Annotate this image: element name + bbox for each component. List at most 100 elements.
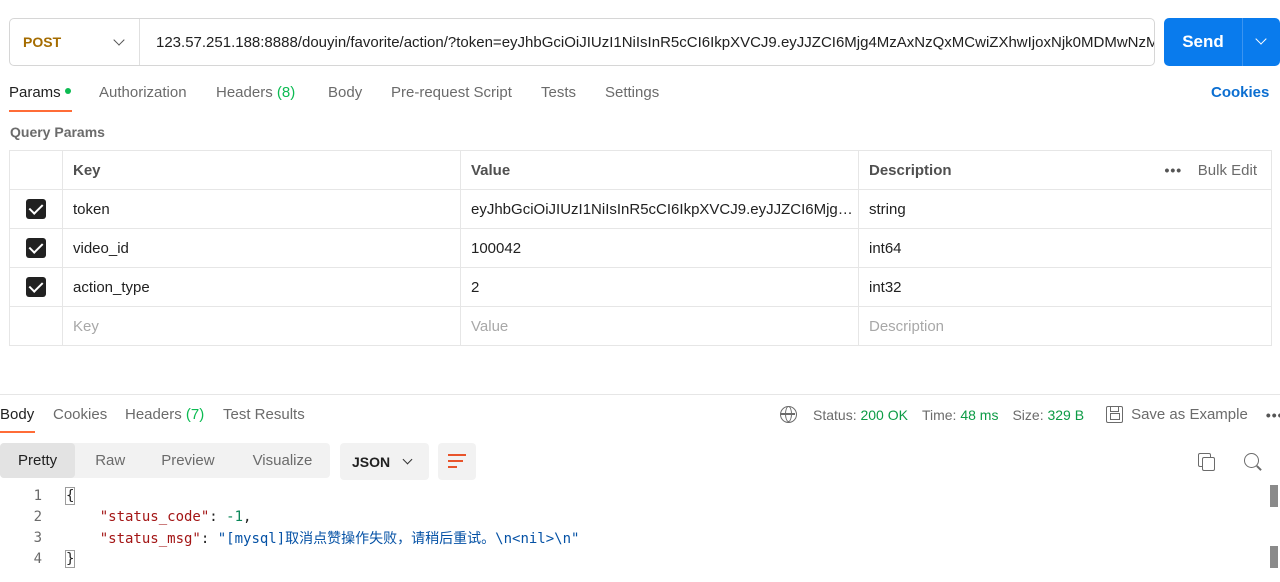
row-check-cell bbox=[9, 267, 63, 307]
url-input[interactable]: 123.57.251.188:8888/douyin/favorite/acti… bbox=[140, 34, 1154, 51]
view-pretty[interactable]: Pretty bbox=[0, 443, 76, 478]
row-check-cell bbox=[9, 306, 63, 346]
table-row: token eyJhbGciOiJIUzI1NiIsInR5cCI6IkpXVC… bbox=[9, 189, 1272, 229]
more-options-icon[interactable]: ••• bbox=[1165, 162, 1183, 178]
response-tab-headers[interactable]: Headers (7) bbox=[125, 406, 204, 423]
view-preview[interactable]: Preview bbox=[143, 443, 234, 478]
active-tab-indicator bbox=[9, 110, 72, 112]
tab-tests[interactable]: Tests bbox=[541, 84, 576, 112]
code-line: 1 { bbox=[0, 485, 1270, 506]
scrollbar-thumb[interactable] bbox=[1270, 546, 1278, 568]
copy-icon[interactable] bbox=[1198, 453, 1215, 471]
checkbox[interactable] bbox=[26, 277, 46, 297]
tab-prerequest-script[interactable]: Pre-request Script bbox=[391, 84, 512, 112]
param-description[interactable]: int32 bbox=[858, 267, 1272, 307]
wrap-lines-button[interactable] bbox=[438, 443, 476, 480]
method-label: POST bbox=[23, 34, 62, 50]
active-tab-indicator bbox=[0, 431, 35, 433]
format-select[interactable]: JSON bbox=[340, 443, 429, 480]
send-options-button[interactable] bbox=[1242, 18, 1280, 66]
code-line: 2 "status_code": -1, bbox=[0, 506, 1270, 527]
response-tab-headers-count: (7) bbox=[185, 406, 205, 423]
save-icon bbox=[1106, 406, 1124, 423]
tab-settings[interactable]: Settings bbox=[605, 84, 659, 112]
tab-authorization[interactable]: Authorization bbox=[99, 84, 187, 112]
table-row-new: Key Value Description bbox=[9, 306, 1272, 346]
param-value[interactable]: 2 bbox=[460, 267, 859, 307]
code-line: 4 } bbox=[0, 548, 1270, 569]
param-key[interactable]: action_type bbox=[62, 267, 461, 307]
header-actions: ••• Bulk Edit bbox=[1154, 150, 1272, 190]
line-number: 4 bbox=[33, 550, 42, 567]
wrap-lines-icon-line bbox=[448, 466, 457, 468]
send-button-group: Send bbox=[1164, 18, 1280, 66]
globe-icon[interactable] bbox=[780, 406, 797, 423]
response-view-selector: Pretty Raw Preview Visualize bbox=[0, 443, 330, 478]
param-value[interactable]: eyJhbGciOiJIUzI1NiIsInR5cCI6IkpXVCJ9.eyJ… bbox=[460, 189, 859, 229]
tab-headers[interactable]: Headers (8) bbox=[216, 84, 295, 112]
new-key-input[interactable]: Key bbox=[62, 306, 461, 346]
view-raw[interactable]: Raw bbox=[75, 443, 143, 478]
new-value-input[interactable]: Value bbox=[460, 306, 859, 346]
checkbox[interactable] bbox=[26, 199, 46, 219]
response-tab-body[interactable]: Body bbox=[0, 406, 34, 423]
json-key: "status_code" bbox=[99, 508, 210, 525]
tab-headers-count: (8) bbox=[276, 84, 296, 101]
table-row: video_id 100042 int64 bbox=[9, 228, 1272, 268]
active-dot-icon bbox=[64, 88, 71, 95]
method-select[interactable]: POST bbox=[10, 19, 140, 65]
table-header-row: Key Value Description ••• Bulk Edit bbox=[9, 150, 1272, 190]
code-content: "status_code": -1, bbox=[99, 508, 252, 525]
send-button[interactable]: Send bbox=[1164, 18, 1242, 66]
header-description: Description bbox=[858, 150, 1155, 190]
param-value[interactable]: 100042 bbox=[460, 228, 859, 268]
line-number: 1 bbox=[33, 487, 42, 504]
view-visualize[interactable]: Visualize bbox=[235, 443, 313, 478]
row-check-cell bbox=[9, 189, 63, 229]
response-tab-headers-label: Headers bbox=[125, 406, 182, 423]
param-description[interactable]: string bbox=[858, 189, 1272, 229]
chevron-down-icon bbox=[1255, 33, 1267, 45]
time-value[interactable]: 48 ms bbox=[960, 407, 998, 423]
code-content: "status_msg": "[mysql]取消点赞操作失败，请稍后重试。\n<… bbox=[99, 530, 580, 547]
json-key: "status_msg" bbox=[99, 530, 201, 547]
cookies-link[interactable]: Cookies bbox=[1211, 84, 1269, 101]
tab-params[interactable]: Params bbox=[9, 84, 71, 112]
query-params-title: Query Params bbox=[10, 124, 105, 140]
response-tab-cookies[interactable]: Cookies bbox=[53, 406, 107, 423]
param-description[interactable]: int64 bbox=[858, 228, 1272, 268]
tab-params-label: Params bbox=[9, 84, 61, 101]
new-description-input[interactable]: Description bbox=[858, 306, 1272, 346]
size-label: Size: bbox=[1012, 406, 1044, 423]
save-as-example-button[interactable]: Save as Example bbox=[1131, 406, 1248, 423]
brace-open: { bbox=[64, 486, 76, 505]
param-key[interactable]: video_id bbox=[62, 228, 461, 268]
checkbox[interactable] bbox=[26, 238, 46, 258]
wrap-lines-icon-line bbox=[448, 460, 463, 462]
line-number: 3 bbox=[33, 529, 42, 546]
json-value: "[mysql]取消点赞操作失败，请稍后重试。\n<nil>\n" bbox=[217, 530, 580, 547]
brace-close: } bbox=[64, 549, 76, 568]
pane-divider[interactable] bbox=[0, 394, 1280, 395]
status-value[interactable]: 200 OK bbox=[860, 407, 907, 423]
query-params-table: Key Value Description ••• Bulk Edit toke… bbox=[9, 150, 1272, 346]
header-key: Key bbox=[62, 150, 461, 190]
search-icon[interactable] bbox=[1244, 453, 1262, 471]
line-number: 2 bbox=[33, 508, 42, 525]
time-label: Time: bbox=[921, 406, 957, 423]
url-bar: POST 123.57.251.188:8888/douyin/favorite… bbox=[9, 18, 1155, 66]
json-value: -1 bbox=[226, 508, 244, 525]
scrollbar-thumb[interactable] bbox=[1270, 485, 1278, 507]
format-label: JSON bbox=[352, 453, 391, 470]
bulk-edit-button[interactable]: Bulk Edit bbox=[1198, 162, 1257, 179]
table-row: action_type 2 int32 bbox=[9, 267, 1272, 307]
response-tab-test-results[interactable]: Test Results bbox=[223, 406, 305, 423]
tab-body[interactable]: Body bbox=[328, 84, 362, 112]
status-label: Status: bbox=[813, 406, 857, 423]
response-body-editor[interactable]: 1 { 2 "status_code": -1, 3 "status_msg":… bbox=[0, 485, 1270, 569]
code-content: { bbox=[42, 486, 76, 505]
size-value[interactable]: 329 B bbox=[1047, 407, 1084, 423]
chevron-down-icon bbox=[402, 454, 413, 465]
param-key[interactable]: token bbox=[62, 189, 461, 229]
more-options-icon[interactable]: ••• bbox=[1266, 407, 1280, 423]
